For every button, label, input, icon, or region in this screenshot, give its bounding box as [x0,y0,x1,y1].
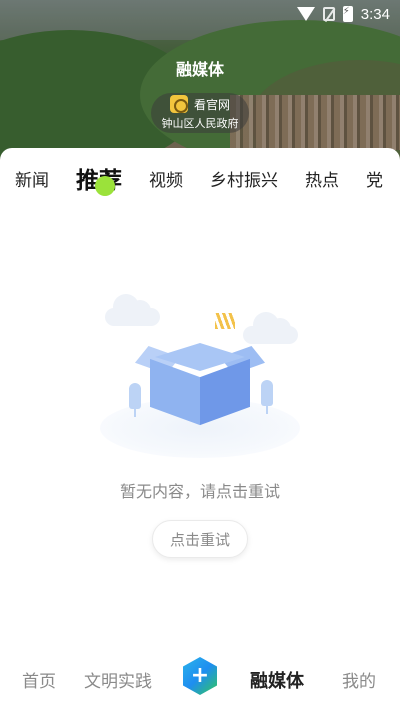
tab-video[interactable]: 视频 [149,166,183,191]
app-title: 融媒体 [175,60,224,79]
empty-message: 暂无内容，请点击重试 [119,482,280,501]
tab-rural-revitalization[interactable]: 乡村振兴 [210,166,278,191]
no-sim-icon [322,7,335,21]
status-time: 3:34 [360,5,390,23]
nav-civilization-practice[interactable]: 文明实践 [84,667,152,692]
tree-icon [129,383,141,417]
cloud-icon [243,312,298,344]
nav-mine[interactable]: 我的 [342,667,376,692]
tab-news[interactable]: 新闻 [15,166,49,191]
tab-indicator [95,176,115,196]
government-name: 钟山区人民政府 [161,117,239,130]
category-tabs: 新闻 推荐 视频 乡村振兴 热点 党 [0,156,400,200]
spark-icon [215,313,235,329]
tree-icon [261,380,273,414]
official-site-badge[interactable]: 看官网 钟山区人民政府 [151,93,249,133]
retry-button[interactable]: 点击重试 [152,520,248,558]
publish-button[interactable]: + [183,657,217,695]
official-site-icon [169,95,188,113]
official-site-label: 看官网 [193,97,230,112]
status-bar: 3:34 [0,0,400,28]
empty-box-illustration [95,288,305,458]
cloud-icon [105,294,160,326]
tab-party[interactable]: 党 [366,166,383,191]
content-panel: 新闻 推荐 视频 乡村振兴 热点 党 暂无内容，请点击重试 点击重试 [0,148,400,711]
battery-charging-icon [342,6,353,22]
plus-icon: + [190,663,210,688]
wifi-icon [296,7,315,21]
bottom-nav: 首页 文明实践 + 融媒体 我的 [0,655,400,701]
tab-hot[interactable]: 热点 [305,166,339,191]
nav-media[interactable]: 融媒体 [250,667,304,693]
nav-home[interactable]: 首页 [22,667,56,692]
